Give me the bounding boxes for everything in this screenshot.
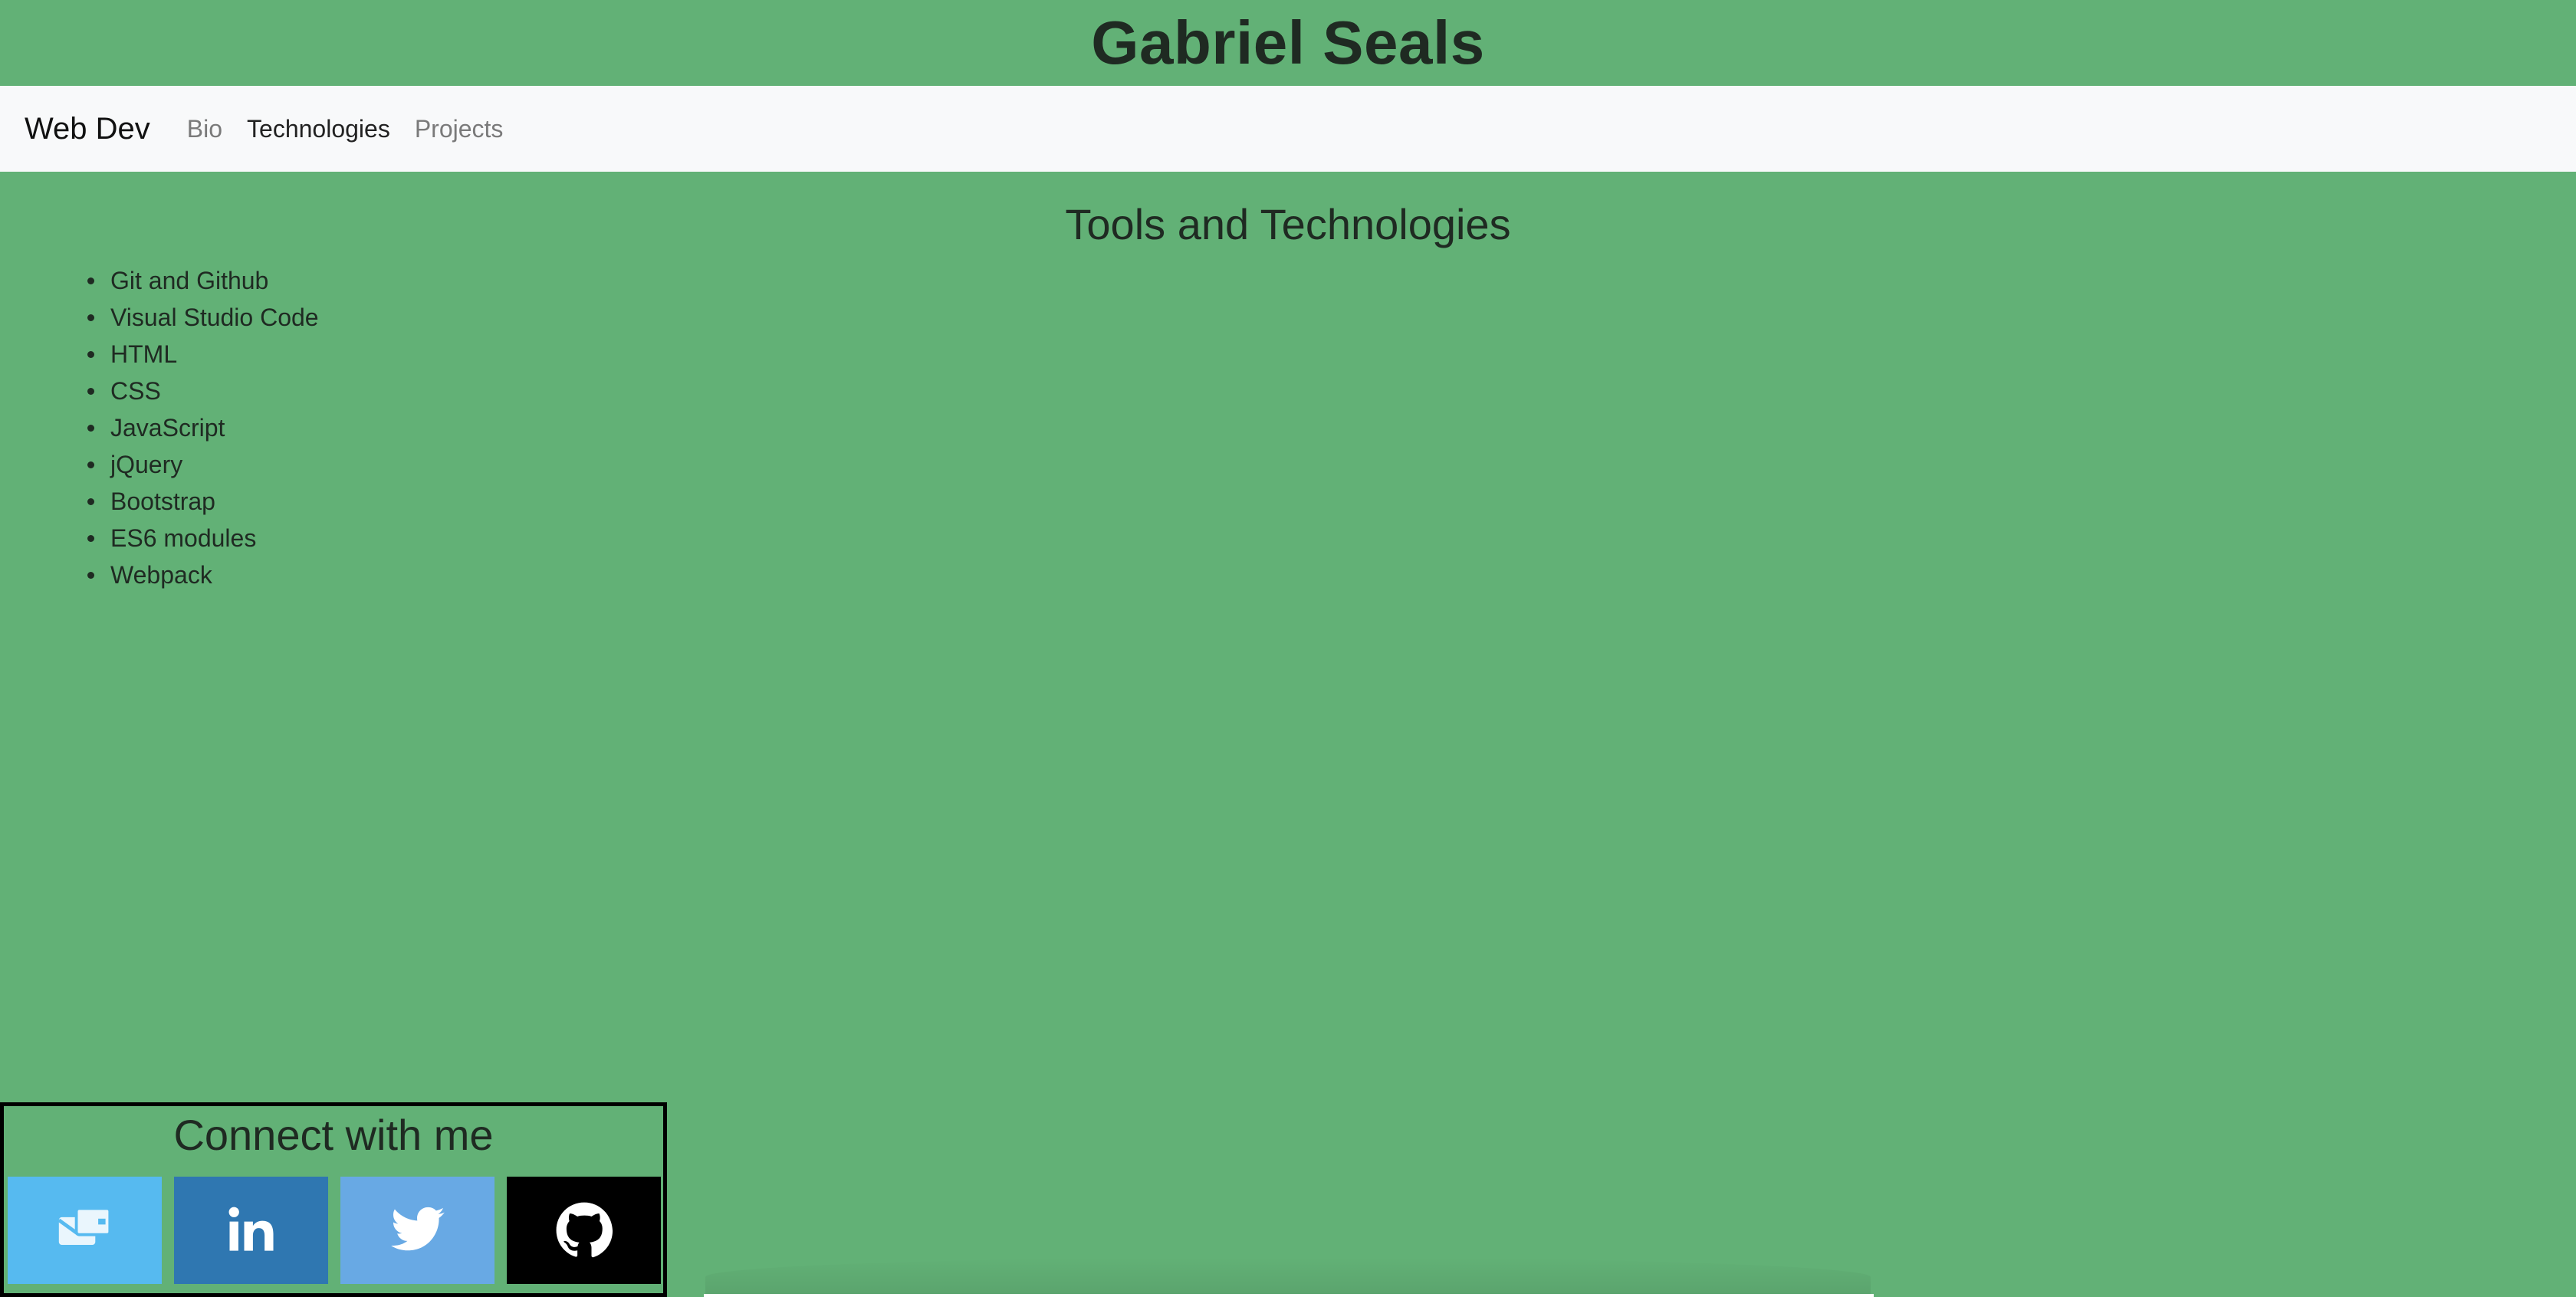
list-item: jQuery — [87, 446, 2576, 483]
nav-link-projects[interactable]: Projects — [415, 115, 504, 143]
list-item: Bootstrap — [87, 483, 2576, 520]
page-bottom-divider — [704, 1294, 1874, 1297]
page-bottom-shadow — [705, 1257, 1871, 1297]
linkedin-button[interactable] — [174, 1177, 328, 1284]
list-item: HTML — [87, 336, 2576, 373]
navbar-brand[interactable]: Web Dev — [25, 112, 150, 146]
nav-link-bio[interactable]: Bio — [187, 115, 222, 143]
list-item: JavaScript — [87, 409, 2576, 446]
technology-list: Git and Github Visual Studio Code HTML C… — [0, 262, 2576, 593]
technologies-section: Tools and Technologies Git and Github Vi… — [0, 172, 2576, 593]
social-links — [8, 1177, 661, 1284]
list-item: Webpack — [87, 557, 2576, 593]
email-icon — [57, 1207, 111, 1245]
site-title: Gabriel Seals — [1091, 8, 1485, 77]
linkedin-icon — [228, 1207, 273, 1251]
github-button[interactable] — [507, 1177, 661, 1284]
list-item: ES6 modules — [87, 520, 2576, 557]
twitter-button[interactable] — [340, 1177, 495, 1284]
email-button[interactable] — [8, 1177, 162, 1284]
list-item: Git and Github — [87, 262, 2576, 299]
twitter-icon — [390, 1207, 445, 1251]
github-icon — [556, 1202, 613, 1258]
connect-section: Connect with me — [0, 1102, 667, 1297]
section-title: Tools and Technologies — [1065, 200, 1511, 248]
connect-title: Connect with me — [173, 1111, 494, 1159]
list-item: CSS — [87, 373, 2576, 409]
navbar: Web Dev Bio Technologies Projects — [0, 86, 2576, 172]
list-item: Visual Studio Code — [87, 299, 2576, 336]
site-header: Gabriel Seals — [0, 0, 2576, 86]
nav-link-technologies[interactable]: Technologies — [247, 115, 390, 143]
